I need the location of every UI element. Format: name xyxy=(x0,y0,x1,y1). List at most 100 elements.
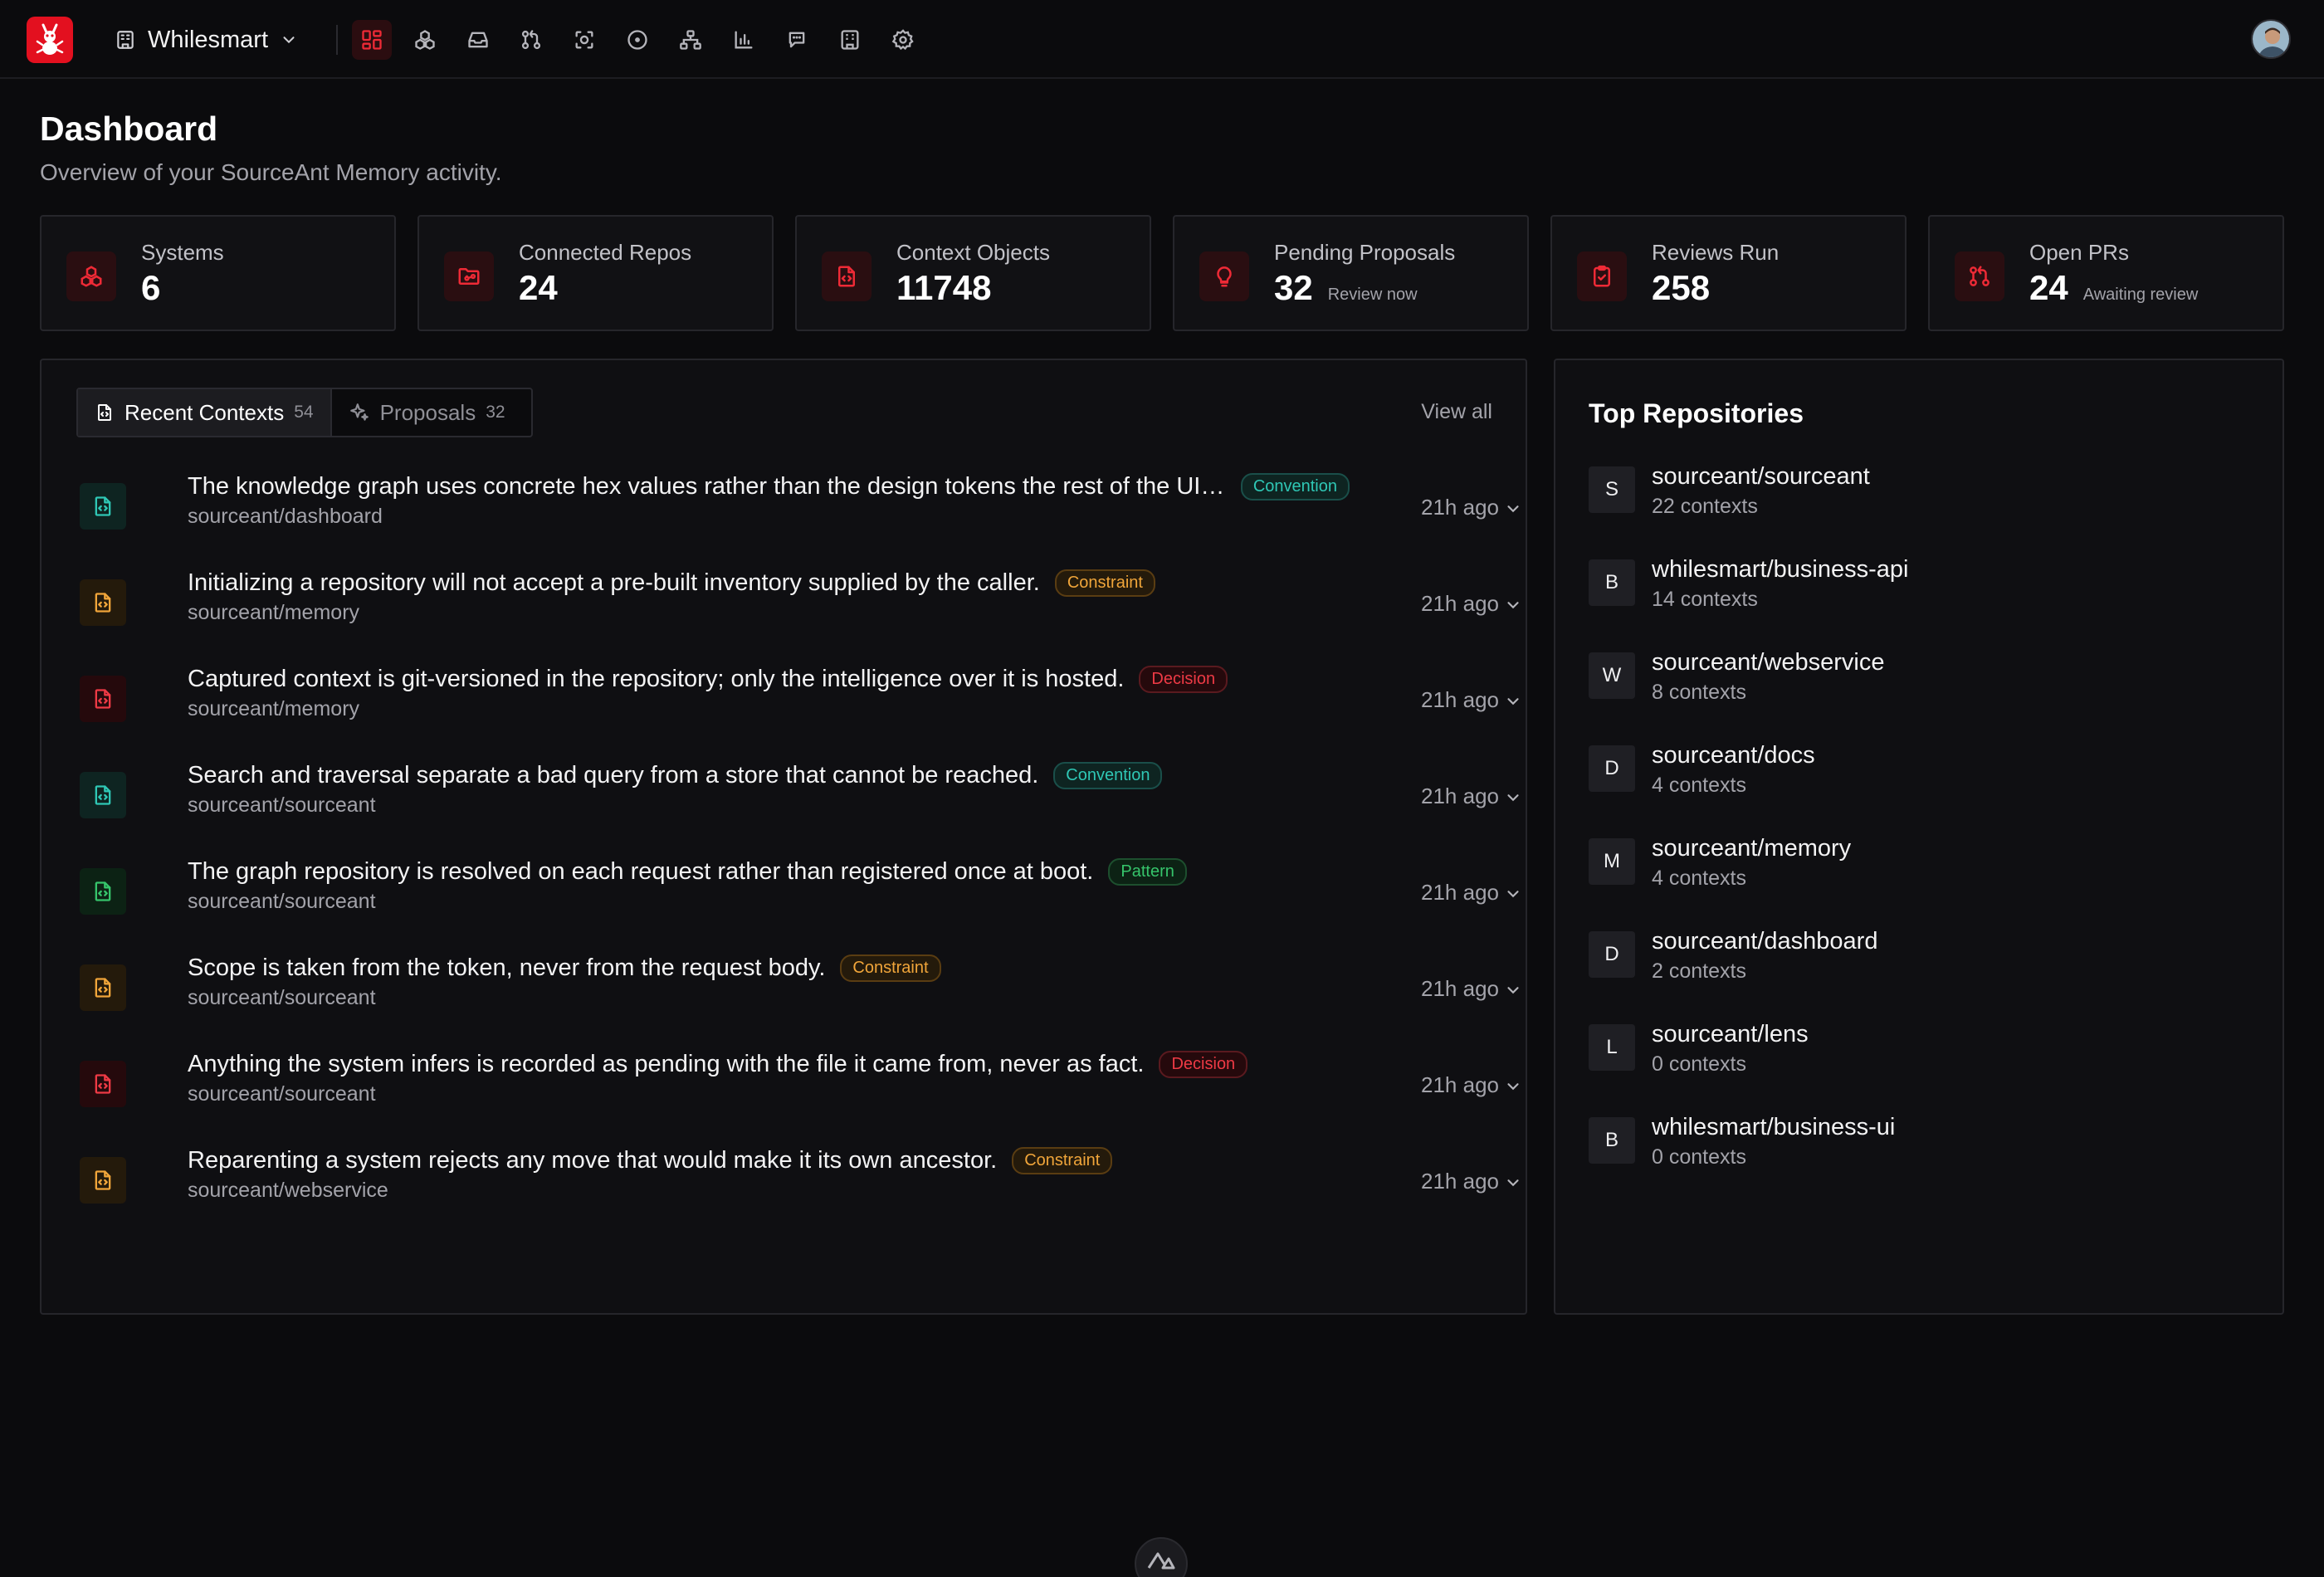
repo-name: whilesmart/business-ui xyxy=(1652,1114,1896,1140)
repository-item[interactable]: D sourceant/dashboard 2 contexts xyxy=(1589,928,2253,1024)
stat-card-pending-proposals[interactable]: Pending Proposals 32 Review now xyxy=(1173,215,1529,331)
context-repo: sourceant/sourceant xyxy=(188,986,376,1009)
context-item[interactable]: Reparenting a system rejects any move th… xyxy=(80,1142,1519,1238)
repo-initial-avatar: M xyxy=(1589,838,1635,885)
context-title: Anything the system infers is recorded a… xyxy=(188,1050,1145,1077)
context-timestamp: 21h ago xyxy=(1421,495,1499,520)
context-item[interactable]: Search and traversal separate a bad quer… xyxy=(80,757,1519,853)
stat-card-reviews-run[interactable]: Reviews Run 258 xyxy=(1550,215,1907,331)
chat-icon[interactable] xyxy=(777,20,817,60)
settings-icon[interactable] xyxy=(883,20,923,60)
stat-label: Context Objects xyxy=(896,240,1050,265)
file-code-icon xyxy=(80,483,126,530)
building-icon xyxy=(115,29,136,51)
tab-count: 54 xyxy=(294,403,314,422)
pull-request-icon xyxy=(1955,251,2004,301)
user-avatar[interactable] xyxy=(2251,19,2291,59)
repo-context-count: 22 contexts xyxy=(1652,495,1758,518)
context-item[interactable]: Anything the system infers is recorded a… xyxy=(80,1046,1519,1142)
stat-label: Open PRs xyxy=(2029,240,2129,265)
stat-value: 6 xyxy=(141,268,161,307)
context-repo: sourceant/webservice xyxy=(188,1179,388,1202)
dashboard-icon[interactable] xyxy=(352,20,392,60)
analytics-icon[interactable] xyxy=(724,20,764,60)
stat-card-systems[interactable]: Systems 6 xyxy=(40,215,396,331)
systems-icon[interactable] xyxy=(405,20,445,60)
context-type-badge: Decision xyxy=(1139,665,1228,693)
chevron-down-icon[interactable] xyxy=(1504,788,1522,807)
review-now-link[interactable]: Review now xyxy=(1328,286,1418,305)
context-list: The knowledge graph uses concrete hex va… xyxy=(80,468,1519,1238)
pull-request-icon[interactable] xyxy=(511,20,551,60)
stat-label: Systems xyxy=(141,240,224,265)
repository-item[interactable]: W sourceant/webservice 8 contexts xyxy=(1589,649,2253,745)
stats-row: Systems 6 Connected Repos 24 Context Obj… xyxy=(40,215,2284,331)
file-code-icon xyxy=(80,868,126,915)
page-title: Dashboard xyxy=(40,110,218,148)
chevron-down-icon[interactable] xyxy=(1504,981,1522,999)
context-type-badge: Constraint xyxy=(1054,569,1155,597)
context-item[interactable]: Scope is taken from the token, never fro… xyxy=(80,950,1519,1046)
context-timestamp: 21h ago xyxy=(1421,687,1499,712)
repository-list: S sourceant/sourceant 22 contexts B whil… xyxy=(1589,463,2253,1210)
repo-context-count: 0 contexts xyxy=(1652,1145,1746,1169)
nuxt-devtools-icon[interactable] xyxy=(1135,1537,1188,1577)
context-timestamp: 21h ago xyxy=(1421,976,1499,1001)
context-repo: sourceant/sourceant xyxy=(188,890,376,913)
tab-recent-contexts[interactable]: Recent Contexts 54 xyxy=(78,389,332,436)
stat-value: 258 xyxy=(1652,268,1711,307)
tab-label: Proposals xyxy=(379,399,476,425)
clipboard-check-icon xyxy=(1577,251,1627,301)
context-title: Search and traversal separate a bad quer… xyxy=(188,761,1039,788)
repository-item[interactable]: S sourceant/sourceant 22 contexts xyxy=(1589,463,2253,559)
organization-switcher[interactable]: Whilesmart xyxy=(115,23,298,56)
issue-icon[interactable] xyxy=(618,20,657,60)
context-item[interactable]: The graph repository is resolved on each… xyxy=(80,853,1519,950)
context-item[interactable]: Initializing a repository will not accep… xyxy=(80,564,1519,661)
stat-value: 32 xyxy=(1274,268,1313,307)
repository-item[interactable]: M sourceant/memory 4 contexts xyxy=(1589,835,2253,931)
building-icon[interactable] xyxy=(830,20,870,60)
stat-card-open-prs[interactable]: Open PRs 24 Awaiting review xyxy=(1928,215,2284,331)
sparkles-icon xyxy=(349,402,370,423)
page-subtitle: Overview of your SourceAnt Memory activi… xyxy=(40,159,502,185)
stat-card-connected-repos[interactable]: Connected Repos 24 xyxy=(417,215,774,331)
context-repo: sourceant/memory xyxy=(188,697,360,720)
stat-card-context-objects[interactable]: Context Objects 11748 xyxy=(795,215,1151,331)
systems-icon xyxy=(66,251,116,301)
context-timestamp: 21h ago xyxy=(1421,1169,1499,1194)
repository-item[interactable]: B whilesmart/business-ui 0 contexts xyxy=(1589,1114,2253,1210)
stat-value: 24 xyxy=(519,268,558,307)
chevron-down-icon[interactable] xyxy=(1504,1174,1522,1192)
file-code-icon xyxy=(80,964,126,1011)
repository-item[interactable]: B whilesmart/business-api 14 contexts xyxy=(1589,556,2253,652)
repository-item[interactable]: D sourceant/docs 4 contexts xyxy=(1589,742,2253,838)
context-type-badge: Decision xyxy=(1159,1050,1248,1078)
chevron-down-icon[interactable] xyxy=(1504,692,1522,710)
file-code-icon xyxy=(95,403,115,422)
chevron-down-icon[interactable] xyxy=(1504,885,1522,903)
view-all-link[interactable]: View all xyxy=(1421,400,1492,424)
context-timestamp: 21h ago xyxy=(1421,880,1499,905)
hierarchy-icon[interactable] xyxy=(671,20,710,60)
tab-proposals[interactable]: Proposals 32 xyxy=(332,389,522,436)
context-timestamp: 21h ago xyxy=(1421,784,1499,808)
stat-label: Reviews Run xyxy=(1652,240,1780,265)
inbox-icon[interactable] xyxy=(458,20,498,60)
chevron-down-icon[interactable] xyxy=(1504,596,1522,614)
context-tabs: Recent Contexts 54 Proposals 32 xyxy=(76,388,533,437)
file-code-icon xyxy=(80,1061,126,1107)
context-type-badge: Constraint xyxy=(1012,1146,1113,1174)
repo-name: sourceant/dashboard xyxy=(1652,928,1878,954)
scan-icon[interactable] xyxy=(564,20,604,60)
context-timestamp: 21h ago xyxy=(1421,1072,1499,1097)
context-item[interactable]: The knowledge graph uses concrete hex va… xyxy=(80,468,1519,564)
chevron-down-icon xyxy=(280,31,298,49)
repo-context-count: 0 contexts xyxy=(1652,1052,1746,1076)
sourceant-logo-icon[interactable] xyxy=(27,17,73,63)
repo-name: sourceant/memory xyxy=(1652,835,1852,862)
chevron-down-icon[interactable] xyxy=(1504,500,1522,518)
context-item[interactable]: Captured context is git-versioned in the… xyxy=(80,661,1519,757)
chevron-down-icon[interactable] xyxy=(1504,1077,1522,1096)
repository-item[interactable]: L sourceant/lens 0 contexts xyxy=(1589,1021,2253,1117)
